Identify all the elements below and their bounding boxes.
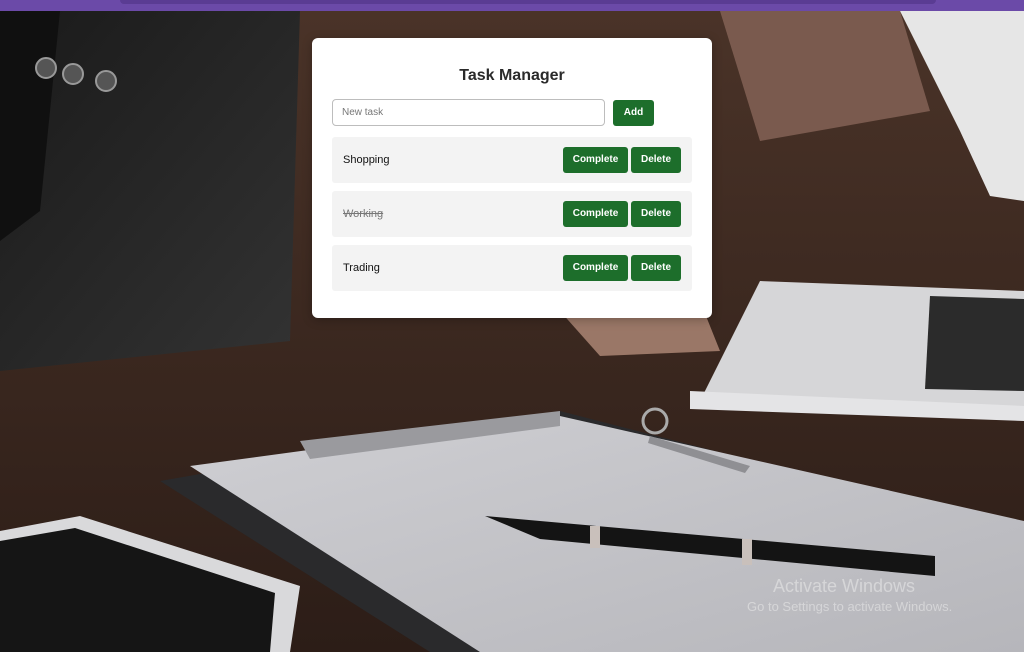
- page-title: Task Manager: [459, 67, 565, 84]
- watermark-subtitle: Go to Settings to activate Windows.: [747, 599, 953, 614]
- task-manager-card: Task Manager Add Shopping Complete Delet…: [312, 38, 712, 318]
- windows-activation-watermark: Activate Windows Go to Settings to activ…: [747, 576, 952, 614]
- new-task-input[interactable]: [332, 99, 605, 126]
- top-bar: [0, 0, 1024, 11]
- delete-button[interactable]: Delete: [631, 255, 681, 281]
- task-label: Working: [343, 208, 384, 220]
- task-label: Trading: [343, 262, 380, 274]
- app-viewport: Task Manager Add Shopping Complete Delet…: [0, 0, 1024, 652]
- complete-button[interactable]: Complete: [563, 201, 628, 227]
- task-row-trading: Trading Complete Delete: [332, 245, 692, 291]
- delete-button[interactable]: Delete: [631, 147, 681, 173]
- complete-button[interactable]: Complete: [563, 255, 628, 281]
- task-row-working: Working Complete Delete: [332, 191, 692, 237]
- task-label: Shopping: [343, 154, 390, 166]
- watermark-title: Activate Windows: [773, 576, 916, 596]
- top-bar-inner: [120, 0, 936, 4]
- complete-button[interactable]: Complete: [563, 147, 628, 173]
- task-row-shopping: Shopping Complete Delete: [332, 137, 692, 183]
- delete-button[interactable]: Delete: [631, 201, 681, 227]
- add-task-button[interactable]: Add: [613, 100, 654, 126]
